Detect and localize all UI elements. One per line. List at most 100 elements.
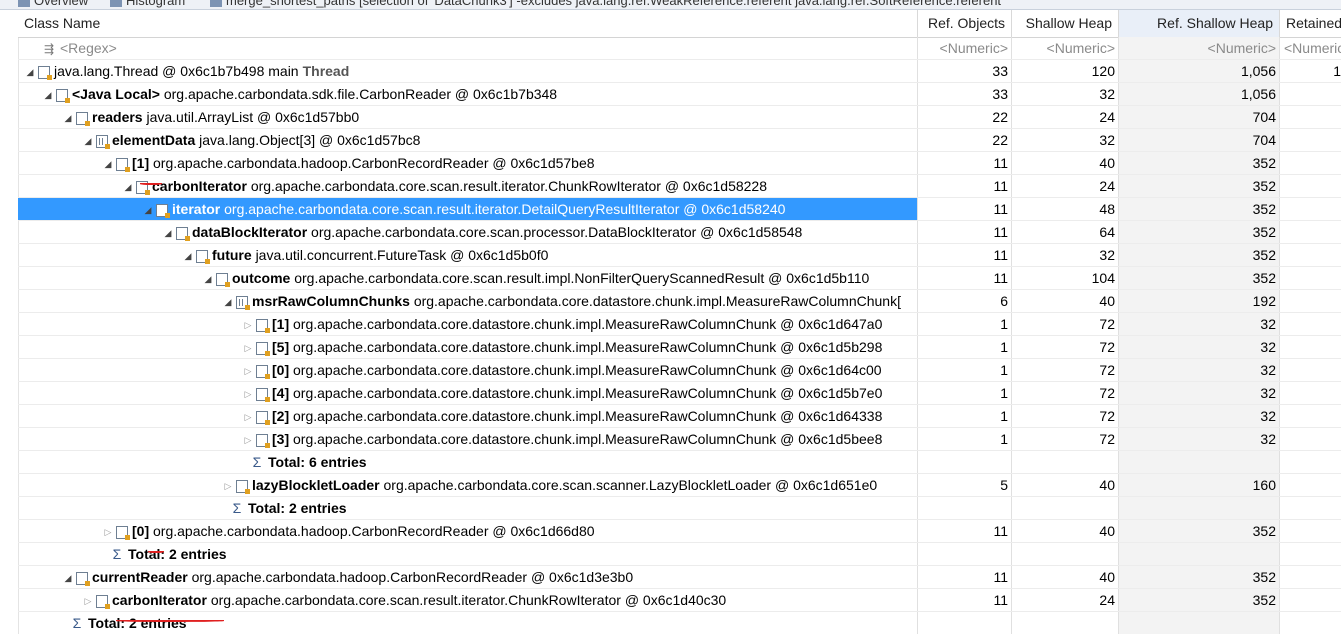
class-name-cell[interactable]: ◢ currentReader org.apache.carbondata.had… xyxy=(18,566,918,588)
tree-row[interactable]: ◢ elementData java.lang.Object[3] @ 0x6c1… xyxy=(18,129,1341,152)
class-name-cell[interactable]: ◢ iterator org.apache.carbondata.core.sca… xyxy=(18,198,918,220)
ref-objects-cell: 11 xyxy=(918,175,1012,197)
tree-row[interactable]: ▷ [1] org.apache.carbondata.core.datastor… xyxy=(18,313,1341,336)
class-name-cell[interactable]: Σ Total: 2 entries xyxy=(18,543,918,565)
collapsed-twisty-icon[interactable]: ▷ xyxy=(222,475,234,496)
expanded-twisty-icon[interactable]: ◢ xyxy=(202,268,214,289)
column-header-ref-objects[interactable]: Ref. Objects xyxy=(918,10,1012,37)
tree-row[interactable]: ◢ iterator org.apache.carbondata.core.sca… xyxy=(18,198,1341,221)
column-header-ref-shallow-heap[interactable]: Ref. Shallow Heap xyxy=(1119,10,1280,37)
class-name-cell[interactable]: Σ Total: 6 entries xyxy=(18,451,918,473)
tree-row[interactable]: ◢ readers java.util.ArrayList @ 0x6c1d57b… xyxy=(18,106,1341,129)
expanded-twisty-icon[interactable]: ◢ xyxy=(222,291,234,312)
class-name-cell[interactable]: ▷ [0] org.apache.carbondata.hadoop.Carbon… xyxy=(18,520,918,542)
column-header-shallow-heap[interactable]: Shallow Heap xyxy=(1012,10,1119,37)
collapsed-twisty-icon[interactable]: ▷ xyxy=(242,406,254,427)
class-name-cell[interactable]: Σ Total: 2 entries xyxy=(18,497,918,519)
tree-row[interactable]: ◢ dataBlockIterator org.apache.carbondata… xyxy=(18,221,1341,244)
ref-objects-filter-input[interactable]: <Numeric> xyxy=(918,37,1012,59)
class-name-cell[interactable]: ▷ [5] org.apache.carbondata.core.datastor… xyxy=(18,336,918,358)
tab-overview[interactable]: Overview xyxy=(18,0,88,9)
expanded-twisty-icon[interactable]: ◢ xyxy=(142,199,154,220)
class-name-cell[interactable]: ◢ <Java Local> org.apache.carbondata.sdk.… xyxy=(18,83,918,105)
tree-row[interactable]: ◢ carbonIterator org.apache.carbondata.co… xyxy=(18,175,1341,198)
retained-filter-input[interactable]: <Numeric> xyxy=(1280,37,1341,59)
class-name-cell[interactable]: ◢ [1] org.apache.carbondata.hadoop.Carbon… xyxy=(18,152,918,174)
ref-shallow-heap-filter-input[interactable]: <Numeric> xyxy=(1119,37,1280,59)
tree-row[interactable]: ▷ [4] org.apache.carbondata.core.datastor… xyxy=(18,382,1341,405)
annotation-underline xyxy=(148,551,164,553)
collapsed-twisty-icon[interactable]: ▷ xyxy=(242,383,254,404)
retained-cell xyxy=(1280,175,1341,197)
tree-row[interactable]: ▷ [5] org.apache.carbondata.core.datastor… xyxy=(18,336,1341,359)
class-name-cell[interactable]: Σ Total: 2 entries xyxy=(18,612,918,634)
class-name-cell[interactable]: ▷ carbonIterator org.apache.carbondata.co… xyxy=(18,589,918,611)
collapsed-twisty-icon[interactable]: ▷ xyxy=(242,360,254,381)
expanded-twisty-icon[interactable]: ◢ xyxy=(182,245,194,266)
ref-objects-cell: 6 xyxy=(918,290,1012,312)
annotation-underline xyxy=(140,183,162,185)
class-name-cell[interactable]: ◢ readers java.util.ArrayList @ 0x6c1d57b… xyxy=(18,106,918,128)
class-name-cell[interactable]: ◢ elementData java.lang.Object[3] @ 0x6c1… xyxy=(18,129,918,151)
collapsed-twisty-icon[interactable]: ▷ xyxy=(242,337,254,358)
collapsed-twisty-icon[interactable]: ▷ xyxy=(242,314,254,335)
expanded-twisty-icon[interactable]: ◢ xyxy=(42,84,54,105)
tab-merge-shortest-paths[interactable]: merge_shortest_paths [selection of 'Data… xyxy=(210,0,1341,9)
column-header-class-name[interactable]: Class Name xyxy=(18,10,918,37)
regex-filter-input[interactable]: ⇶ <Regex> xyxy=(18,37,918,59)
retained-cell xyxy=(1280,83,1341,105)
tree-row[interactable]: ▷ carbonIterator org.apache.carbondata.co… xyxy=(18,589,1341,612)
filter-row: ⇶ <Regex> <Numeric> <Numeric> <Numeric> <… xyxy=(18,37,1341,60)
total-row[interactable]: Σ Total: 6 entries xyxy=(18,451,1341,474)
shallow-heap-filter-input[interactable]: <Numeric> xyxy=(1012,37,1119,59)
tree-row[interactable]: ◢ [1] org.apache.carbondata.hadoop.Carbon… xyxy=(18,152,1341,175)
total-row[interactable]: Σ Total: 2 entries xyxy=(18,497,1341,520)
expanded-twisty-icon[interactable]: ◢ xyxy=(102,153,114,174)
total-row[interactable]: Σ Total: 2 entries xyxy=(18,543,1341,566)
tree-row[interactable]: ◢ currentReader org.apache.carbondata.had… xyxy=(18,566,1341,589)
tree-row[interactable]: ▷ [0] org.apache.carbondata.hadoop.Carbon… xyxy=(18,520,1341,543)
tree-row[interactable]: ◢ future java.util.concurrent.FutureTask … xyxy=(18,244,1341,267)
object-icon xyxy=(256,364,270,379)
ref-shallow-heap-cell: 32 xyxy=(1119,382,1280,404)
collapsed-twisty-icon[interactable]: ▷ xyxy=(102,521,114,542)
expanded-twisty-icon[interactable]: ◢ xyxy=(62,107,74,128)
class-name-cell[interactable]: ▷ lazyBlockletLoader org.apache.carbondat… xyxy=(18,474,918,496)
ref-shallow-heap-cell: 32 xyxy=(1119,405,1280,427)
ref-objects-cell xyxy=(918,451,1012,473)
expanded-twisty-icon[interactable]: ◢ xyxy=(122,176,134,197)
class-name-cell[interactable]: ▷ [0] org.apache.carbondata.core.datastor… xyxy=(18,359,918,381)
class-name-cell[interactable]: ◢ java.lang.Thread @ 0x6c1b7b498 main Thre… xyxy=(18,60,918,82)
class-name-cell[interactable]: ◢ msrRawColumnChunks org.apache.carbondat… xyxy=(18,290,918,312)
expanded-twisty-icon[interactable]: ◢ xyxy=(24,61,36,82)
expanded-twisty-icon[interactable]: ◢ xyxy=(62,567,74,588)
expanded-twisty-icon[interactable]: ◢ xyxy=(162,222,174,243)
class-name-cell[interactable]: ◢ carbonIterator org.apache.carbondata.co… xyxy=(18,175,918,197)
tree-row[interactable]: ▷ lazyBlockletLoader org.apache.carbondat… xyxy=(18,474,1341,497)
class-name-cell[interactable]: ◢ future java.util.concurrent.FutureTask … xyxy=(18,244,918,266)
tree-row[interactable]: ◢ <Java Local> org.apache.carbondata.sdk.… xyxy=(18,83,1341,106)
tree-row[interactable]: ◢ msrRawColumnChunks org.apache.carbondat… xyxy=(18,290,1341,313)
tree-row[interactable]: ▷ [0] org.apache.carbondata.core.datastor… xyxy=(18,359,1341,382)
retained-cell xyxy=(1280,405,1341,427)
total-row[interactable]: Σ Total: 2 entries xyxy=(18,612,1341,634)
class-name-cell[interactable]: ◢ dataBlockIterator org.apache.carbondata… xyxy=(18,221,918,243)
class-name-cell[interactable]: ▷ [3] org.apache.carbondata.core.datastor… xyxy=(18,428,918,450)
tree-row[interactable]: ◢ outcome org.apache.carbondata.core.scan… xyxy=(18,267,1341,290)
tree-row[interactable]: ◢ java.lang.Thread @ 0x6c1b7b498 main Thre… xyxy=(18,60,1341,83)
tab-histogram[interactable]: Histogram xyxy=(110,0,185,9)
tree-row[interactable]: ▷ [2] org.apache.carbondata.core.datastor… xyxy=(18,405,1341,428)
expanded-twisty-icon[interactable]: ◢ xyxy=(82,130,94,151)
histogram-icon xyxy=(110,0,122,7)
field-name: [1] xyxy=(132,155,150,171)
column-header-retained[interactable]: Retained xyxy=(1280,10,1341,37)
class-name-cell[interactable]: ▷ [4] org.apache.carbondata.core.datastor… xyxy=(18,382,918,404)
collapsed-twisty-icon[interactable]: ▷ xyxy=(82,590,94,611)
class-name-cell[interactable]: ◢ outcome org.apache.carbondata.core.scan… xyxy=(18,267,918,289)
tree-row[interactable]: ▷ [3] org.apache.carbondata.core.datastor… xyxy=(18,428,1341,451)
class-name-cell[interactable]: ▷ [1] org.apache.carbondata.core.datastor… xyxy=(18,313,918,335)
class-name-cell[interactable]: ▷ [2] org.apache.carbondata.core.datastor… xyxy=(18,405,918,427)
retained-cell xyxy=(1280,336,1341,358)
field-name: Total: 2 entries xyxy=(128,546,227,562)
collapsed-twisty-icon[interactable]: ▷ xyxy=(242,429,254,450)
